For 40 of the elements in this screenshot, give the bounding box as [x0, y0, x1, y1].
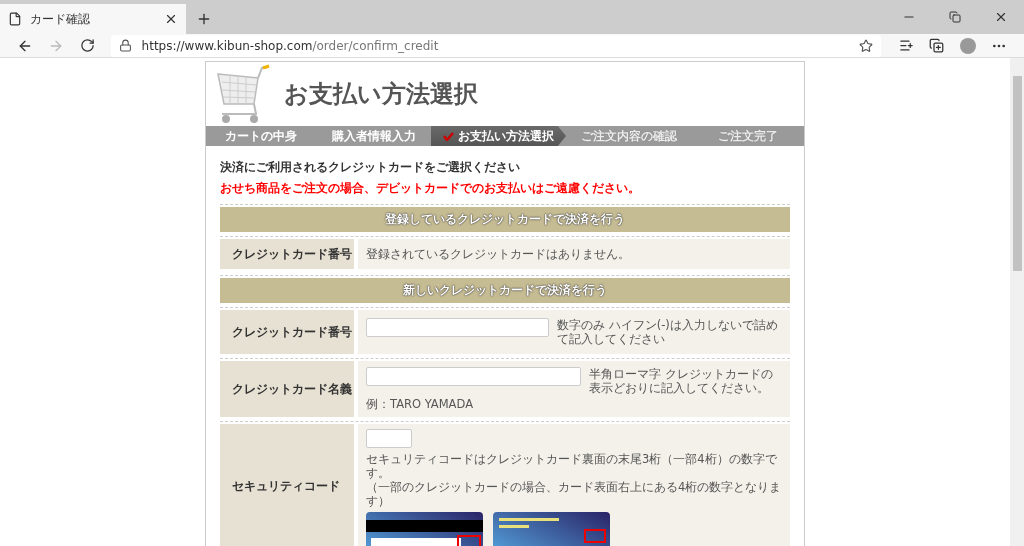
- step-item: カートの中身: [224, 127, 298, 145]
- star-icon[interactable]: [858, 38, 873, 53]
- field-label: クレジットカード番号: [220, 310, 354, 354]
- close-icon[interactable]: [164, 12, 178, 26]
- note-text: （一部のクレジットカードの場合、カード表面右上にある4桁の数字となります）: [366, 480, 783, 508]
- text-field[interactable]: [366, 366, 581, 386]
- field-label: クレジットカード番号: [220, 239, 354, 269]
- hint-text: 半角ローマ字 クレジットカードの表示どおりに記入してください。: [589, 366, 774, 395]
- step-item: 購入者情報入力: [330, 127, 417, 145]
- section-heading: 登録しているクレジットカードで決済を行う: [220, 207, 790, 232]
- note-text: セキュリティコードはクレジットカード裏面の末尾3桁（一部4桁）の数字です。: [366, 452, 778, 480]
- field-value: 登録されているクレジットカードはありません。: [358, 239, 790, 269]
- lock-icon: [118, 39, 132, 52]
- page-icon: [8, 12, 22, 26]
- step-item: お支払い方法選択: [431, 126, 566, 146]
- collections-icon[interactable]: [929, 38, 945, 53]
- warning-text: おせち商品をご注文の場合、デビットカードでのお支払いはご遠慮ください。: [220, 181, 641, 196]
- reload-icon[interactable]: [79, 38, 95, 53]
- page-title: お支払い方法選択: [284, 79, 478, 110]
- field-label: クレジットカード名義: [220, 361, 354, 417]
- text-field[interactable]: [366, 318, 549, 337]
- cart-icon: [216, 64, 272, 124]
- close-icon[interactable]: [994, 10, 1008, 24]
- section-heading: 新しいクレジットカードで決済を行う: [220, 278, 790, 303]
- address-field[interactable]: https://www.kibun-shop.com/order/confirm_credit: [110, 34, 881, 57]
- browser-tab[interactable]: カード確認: [0, 4, 186, 34]
- restore-icon[interactable]: [949, 11, 961, 23]
- new-tab-icon[interactable]: [196, 11, 212, 27]
- field-label: セキュリティコード: [220, 424, 354, 546]
- step-item: ご注文完了: [716, 127, 779, 145]
- profile-icon[interactable]: [959, 37, 976, 54]
- example-text: 例：TARO YAMADA: [366, 396, 474, 412]
- intro-text: 決済にご利用されるクレジットカードをご選択ください: [220, 160, 521, 175]
- check-icon: [443, 131, 454, 141]
- favorites-icon[interactable]: [898, 38, 914, 53]
- tab-title: カード確認: [30, 10, 91, 28]
- step-item: ご注文内容の確認: [579, 127, 678, 145]
- hint-text: 数字のみ ハイフン(-)は入力しないで詰めて記入してください: [557, 318, 779, 346]
- text-field[interactable]: [366, 429, 412, 448]
- scrollbar-thumb[interactable]: [1012, 76, 1022, 271]
